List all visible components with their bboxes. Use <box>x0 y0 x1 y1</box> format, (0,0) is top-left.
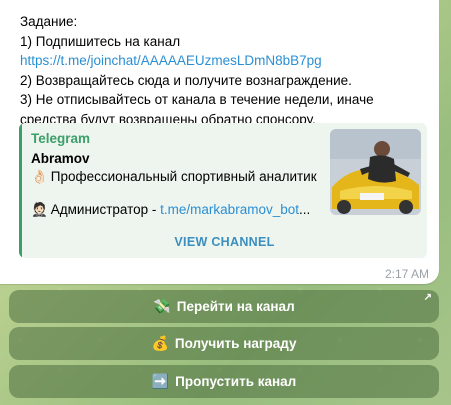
external-link-arrow-icon: ↗ <box>423 292 432 303</box>
get-reward-button[interactable]: 💰 Получить награду <box>9 327 439 360</box>
person-in-tuxedo-icon: 🤵🏻 <box>31 202 48 217</box>
link-preview[interactable]: Telegram Abramov 👌🏻 Профессиональный спо… <box>19 123 427 258</box>
preview-title: Abramov <box>31 151 90 166</box>
preview-description-text-2: Администратор - <box>50 202 161 217</box>
money-bag-icon: 💰 <box>151 335 169 351</box>
money-with-wings-icon: 💸 <box>153 298 171 314</box>
get-reward-label: Получить награду <box>174 336 297 351</box>
preview-site-name: Telegram <box>31 131 91 146</box>
join-link[interactable]: https://t.me/joinchat/AAAAAEUzmesLDmN8bB… <box>20 51 430 71</box>
preview-description-line-1: 👌🏻 Профессиональный спортивный аналитик <box>31 169 317 185</box>
preview-thumbnail-image <box>330 129 421 215</box>
preview-ellipsis: ... <box>298 202 311 217</box>
admin-bot-link[interactable]: t.me/markabramov_bot <box>160 202 299 217</box>
ok-hand-icon: 👌🏻 <box>31 169 48 184</box>
message-bubble: Задание: 1) Подпишитесь на канал https:/… <box>0 0 439 284</box>
task-heading: Задание: <box>20 14 78 29</box>
right-arrow-icon: ➡️ <box>151 373 170 389</box>
preview-description-text-1: Профессиональный спортивный аналитик <box>50 169 317 184</box>
view-channel-button[interactable]: VIEW CHANNEL <box>22 227 427 257</box>
task-step-2: 2) Возвращайтесь сюда и получите вознагр… <box>20 72 352 88</box>
car-photo-icon <box>330 129 421 215</box>
go-to-channel-label: Перейти на канал <box>176 299 295 314</box>
task-step-1: 1) Подпишитесь на канал <box>20 33 181 49</box>
skip-channel-label: Пропустить канал <box>175 374 297 389</box>
preview-description-line-2: 🤵🏻 Администратор - t.me/markabramov_bot.… <box>31 202 310 218</box>
skip-channel-button[interactable]: ➡️ Пропустить канал <box>9 365 439 398</box>
message-timestamp: 2:17 AM <box>384 267 429 281</box>
go-to-channel-button[interactable]: 💸 Перейти на канал ↗ <box>9 290 439 323</box>
message-text: Задание: 1) Подпишитесь на канал https:/… <box>20 12 430 129</box>
